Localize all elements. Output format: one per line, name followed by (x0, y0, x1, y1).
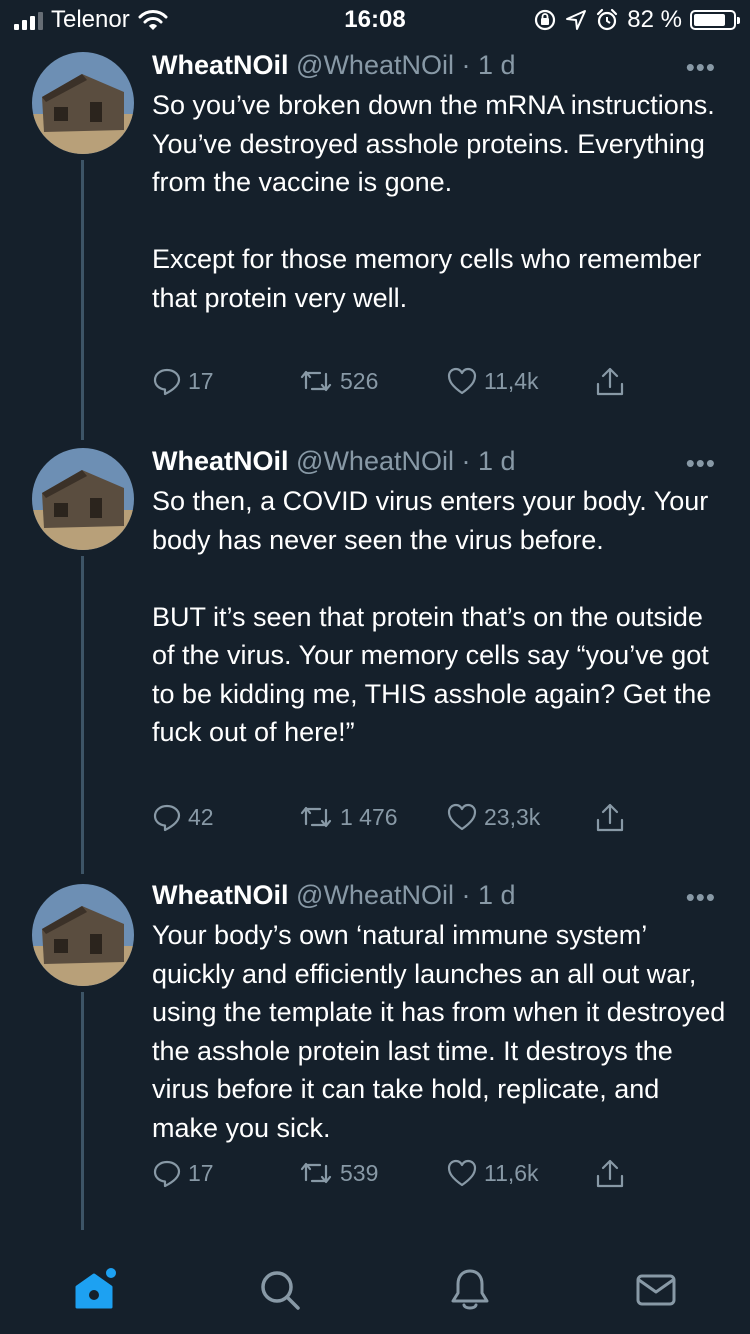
share-button[interactable] (594, 1158, 626, 1190)
tweet[interactable]: WheatNOil @WheatNOil · 1 d ••• Your body… (0, 0, 750, 1230)
nav-notifications[interactable] (442, 1262, 498, 1318)
handle[interactable]: @WheatNOil (296, 880, 454, 910)
retweet-count: 539 (340, 1159, 379, 1186)
like-count: 11,6k (484, 1159, 539, 1186)
retweet-icon (300, 1162, 332, 1184)
nav-home[interactable] (66, 1262, 122, 1318)
tweet-text: Your body’s own ‘natural immune system’ … (152, 920, 726, 1143)
messages-icon (636, 1274, 676, 1306)
like-button[interactable]: 11,6k (446, 1158, 539, 1188)
notifications-icon (451, 1269, 489, 1310)
reply-button[interactable]: 17 (152, 1158, 214, 1188)
share-icon (596, 1159, 624, 1188)
barn-photo (32, 884, 134, 986)
bottom-nav (0, 1240, 750, 1334)
retweet-button[interactable]: 539 (298, 1158, 378, 1188)
reply-icon (153, 1160, 181, 1188)
search-icon (261, 1271, 300, 1310)
more-options-icon[interactable]: ••• (686, 882, 716, 913)
home-icon (75, 1268, 116, 1309)
meta-separator: · (461, 880, 471, 910)
timestamp[interactable]: 1 d (478, 880, 516, 910)
tweet-actions: 17 539 11,6k (152, 1158, 732, 1198)
nav-search[interactable] (252, 1262, 308, 1318)
reply-count: 17 (188, 1159, 214, 1186)
display-name[interactable]: WheatNOil (152, 880, 289, 910)
tweet-header: WheatNOil @WheatNOil · 1 d (152, 880, 516, 911)
nav-messages[interactable] (628, 1262, 684, 1318)
avatar[interactable] (32, 884, 134, 986)
heart-icon (447, 1159, 477, 1187)
